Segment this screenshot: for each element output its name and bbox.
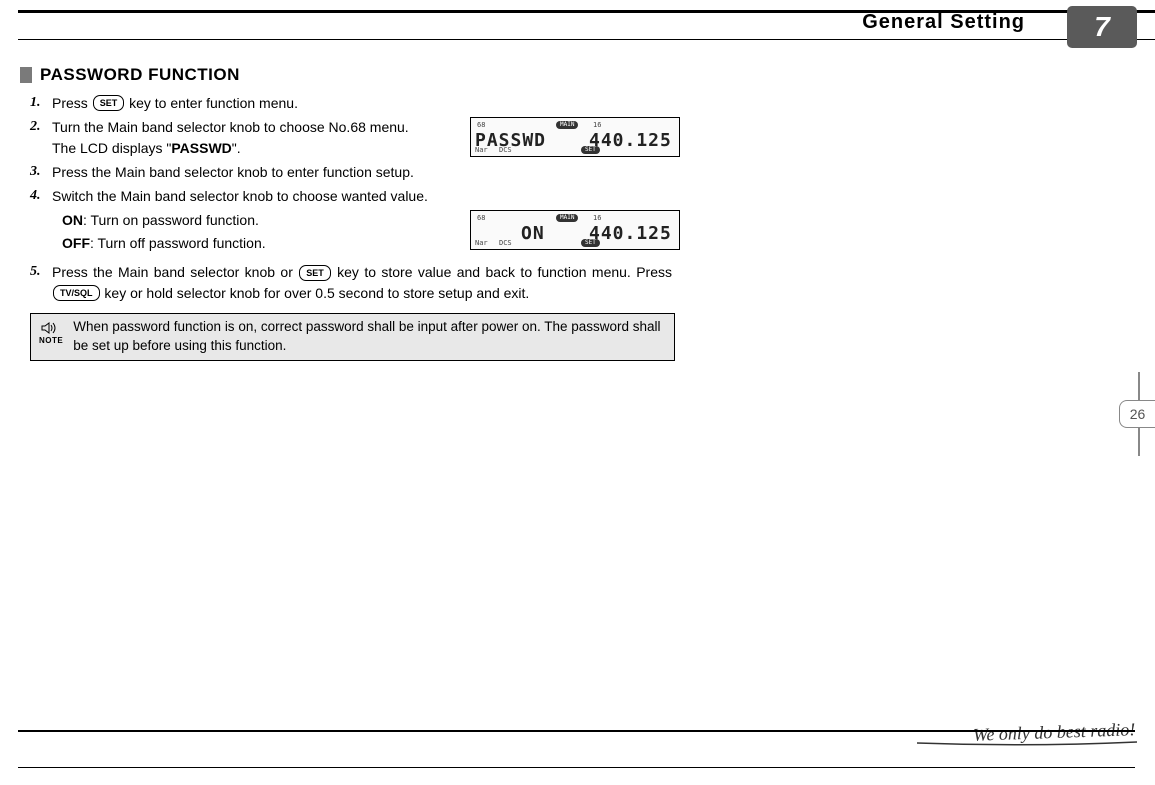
lcd-main-badge: MAIN	[556, 214, 578, 222]
note-text: When password function is on, correct pa…	[73, 318, 666, 356]
step-sub-off: OFF: Turn off password function.	[62, 233, 460, 254]
step-number: 4.	[30, 186, 52, 206]
page-number-tab: 26	[1119, 400, 1155, 428]
lcd-freq: 440.125	[589, 130, 672, 151]
chapter-number: 7	[1094, 11, 1110, 43]
note-label: NOTE	[39, 336, 63, 345]
lcd-main-badge: MAIN	[556, 121, 578, 129]
footer-rule-thin	[18, 767, 1135, 768]
section-title: PASSWORD FUNCTION	[40, 65, 240, 85]
header-title: General Setting	[862, 11, 1025, 34]
step-text: Switch the Main band selector knob to ch…	[52, 186, 680, 206]
note-box: NOTE When password function is on, corre…	[30, 313, 675, 361]
set-key-icon: SET	[299, 265, 331, 281]
lcd-set-badge: SET	[581, 146, 600, 154]
step-sub-on: ON: Turn on password function.	[62, 210, 460, 231]
text-fragment: Press	[52, 95, 92, 111]
tvsql-key-icon: TV/SQL	[53, 285, 100, 301]
step-4: 4. Switch the Main band selector knob to…	[30, 186, 680, 206]
lcd-dcs: DCS	[499, 239, 512, 247]
text-bold: OFF	[62, 235, 90, 251]
page-tab-line	[1138, 428, 1140, 456]
lcd-nar: Nar	[475, 239, 488, 247]
step-text: Press SET key to enter function menu.	[52, 93, 680, 113]
set-key-icon: SET	[93, 95, 125, 111]
section-header: PASSWORD FUNCTION	[20, 65, 680, 85]
page-tab-line	[1138, 372, 1140, 400]
text-bold: PASSWD	[171, 140, 231, 156]
step-1: 1. Press SET key to enter function menu.	[30, 93, 680, 113]
speaker-icon	[41, 321, 61, 335]
lcd-main-text: ON	[521, 223, 545, 244]
header-bar: General Setting 7	[18, 10, 1155, 40]
lcd-display-2: 68 MAIN 16 ON 440.125 Nar DCS SET	[470, 210, 680, 250]
step-number: 2.	[30, 117, 52, 158]
step-5: 5. Press the Main band selector knob or …	[30, 262, 680, 303]
chapter-tab: 7	[1067, 6, 1137, 48]
text-fragment: Press the Main band selector knob or	[52, 264, 298, 280]
lcd-num-right: 16	[593, 121, 601, 129]
text-fragment: : Turn on password function.	[83, 212, 259, 228]
step-2: 2. Turn the Main band selector knob to c…	[30, 117, 460, 158]
step-4-sub: ON: Turn on password function. OFF: Turn…	[30, 210, 460, 256]
page-number: 26	[1130, 406, 1146, 422]
lcd-display-1: 68 MAIN 16 PASSWD 440.125 Nar DCS SET	[470, 117, 680, 157]
text-fragment: key to store value and back to function …	[332, 264, 672, 280]
steps-list: 1. Press SET key to enter function menu.…	[30, 93, 680, 303]
text-bold: ON	[62, 212, 83, 228]
note-icon: NOTE	[39, 318, 63, 345]
step-number: 1.	[30, 93, 52, 113]
lcd-freq: 440.125	[589, 223, 672, 244]
lcd-menu-num: 68	[477, 121, 485, 129]
step-4-sub-wrap: ON: Turn on password function. OFF: Turn…	[30, 210, 680, 256]
text-fragment: ".	[232, 140, 241, 156]
step-text: Press the Main band selector knob to ent…	[52, 162, 680, 182]
content-area: PASSWORD FUNCTION 1. Press SET key to en…	[20, 65, 680, 361]
lcd-set-badge: SET	[581, 239, 600, 247]
footer-rule	[18, 730, 1135, 760]
step-2-wrap: 2. Turn the Main band selector knob to c…	[30, 117, 680, 162]
text-fragment: key or hold selector knob for over 0.5 s…	[101, 285, 530, 301]
step-text: Turn the Main band selector knob to choo…	[52, 117, 412, 158]
lcd-nar: Nar	[475, 146, 488, 154]
lcd-menu-num: 68	[477, 214, 485, 222]
step-number: 3.	[30, 162, 52, 182]
step-number: 5.	[30, 262, 52, 303]
section-marker	[20, 67, 32, 83]
step-text: Press the Main band selector knob or SET…	[52, 262, 672, 303]
lcd-num-right: 16	[593, 214, 601, 222]
lcd-dcs: DCS	[499, 146, 512, 154]
text-fragment: key to enter function menu.	[125, 95, 298, 111]
text-fragment: : Turn off password function.	[90, 235, 266, 251]
step-3: 3. Press the Main band selector knob to …	[30, 162, 680, 182]
